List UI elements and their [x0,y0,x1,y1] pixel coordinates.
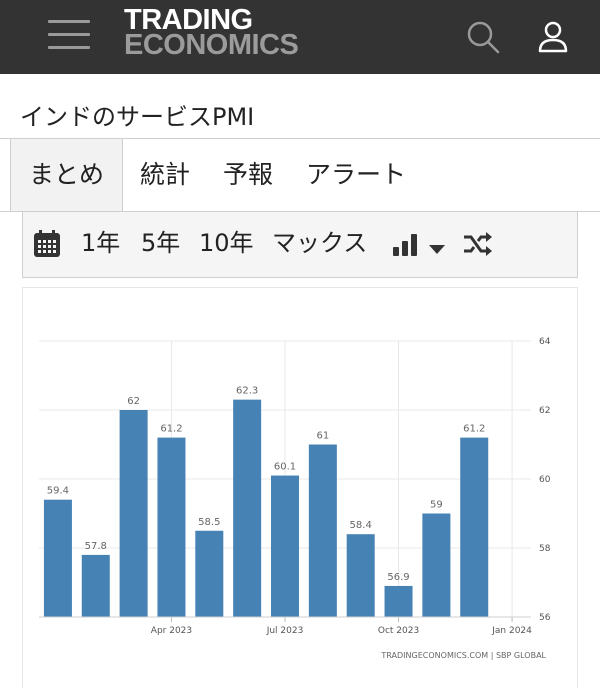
bar[interactable] [233,399,262,617]
range-max-button[interactable]: マックス [272,228,367,258]
tab-alerts[interactable]: アラート [306,139,406,211]
bar[interactable] [346,534,375,617]
range-5y-button[interactable]: 5年 [141,228,180,258]
x-tick-label: Jan 2024 [491,626,532,636]
data-label: 61.2 [160,424,182,435]
chevron-down-icon[interactable] [429,240,445,259]
chart-card: 59.4 57.8 62 61.2 58.5 62.3 60.1 61 58.4 56.9 59 61… [22,287,578,688]
data-label: 58.4 [350,520,372,531]
data-label: 59 [430,500,443,511]
bar-chart: 59.4 57.8 62 61.2 58.5 62.3 60.1 61 58.4 56.9 59 61… [39,337,551,660]
chart-toolbar: 1年 5年 10年 マックス [22,212,578,278]
bar[interactable] [81,554,110,617]
tab-forecast[interactable]: 予報 [223,139,273,211]
data-label: 62.3 [236,386,258,397]
bar[interactable] [422,513,451,618]
bar[interactable] [157,437,186,617]
data-label: 59.4 [47,486,69,497]
range-1y-button[interactable]: 1年 [81,228,120,258]
tab-bar: まとめ 統計 予報 アラート [10,139,600,211]
page-title: インドのサービスPMI [20,103,255,131]
data-label: 58.5 [198,517,220,528]
range-10y-button[interactable]: 10年 [199,228,254,258]
bar[interactable] [460,437,489,617]
bar[interactable] [270,475,300,617]
data-label: 60.1 [274,462,296,473]
data-label: 61 [316,431,329,442]
tab-summary[interactable]: まとめ [10,139,124,211]
bar[interactable] [308,444,337,618]
logo-line2: ECONOMICS [124,29,299,61]
data-label: 56.9 [387,572,409,583]
data-label: 57.8 [85,541,107,552]
y-tick-label: 58 [539,544,551,554]
top-bar: TRADING ECONOMICS [0,0,600,74]
bar[interactable] [119,410,148,617]
data-label: 62 [127,396,140,407]
bar[interactable] [384,585,413,617]
y-tick-label: 64 [539,337,551,347]
calendar-icon[interactable] [33,230,61,262]
chart-source: TRADINGECONOMICS.COM | SBP GLOBAL [380,651,546,660]
x-tick-label: Jul 2023 [266,626,304,636]
x-tick-label: Apr 2023 [151,626,192,636]
y-tick-label: 56 [539,613,551,623]
user-icon[interactable] [534,18,572,56]
y-tick-label: 60 [539,475,551,485]
menu-icon[interactable] [48,18,92,52]
bar-chart-icon[interactable] [393,232,419,260]
tab-statistics[interactable]: 統計 [140,139,190,211]
search-icon[interactable] [464,18,502,56]
bar[interactable] [43,499,72,617]
bar[interactable] [195,530,224,617]
x-tick-label: Oct 2023 [378,626,419,636]
y-tick-label: 62 [539,406,550,416]
data-label: 61.2 [463,424,485,435]
shuffle-icon[interactable] [463,232,493,260]
logo[interactable]: TRADING ECONOMICS [124,6,299,61]
